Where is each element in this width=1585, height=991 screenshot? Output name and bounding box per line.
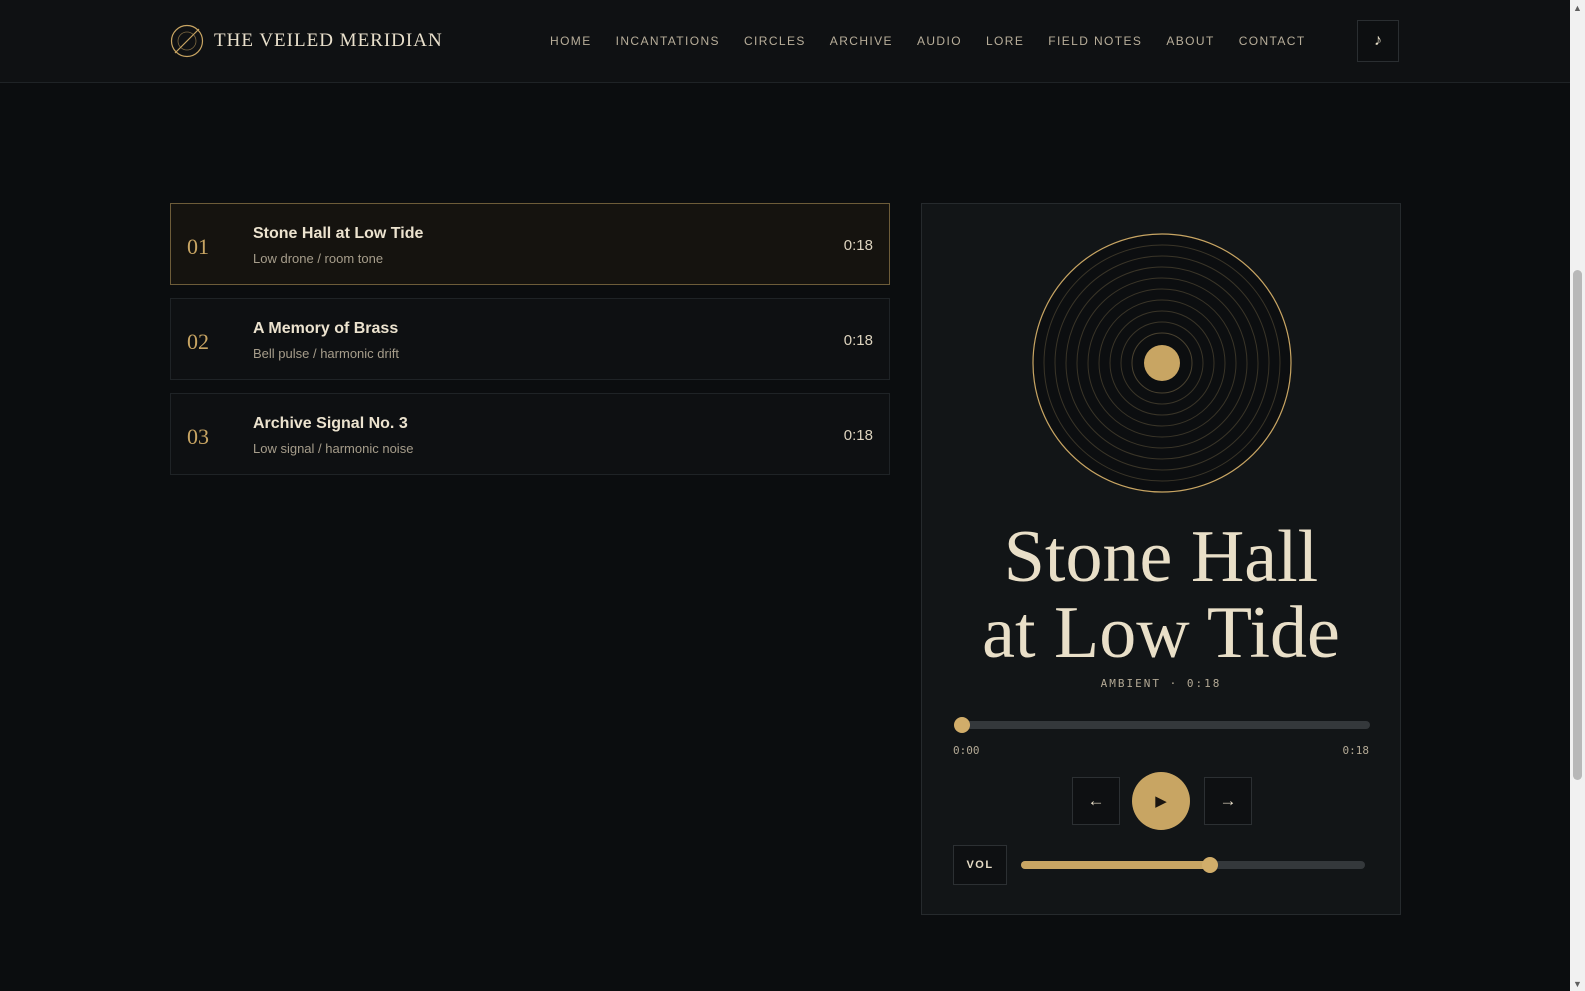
brand-name: THE VEILED MERIDIAN [214, 30, 443, 51]
page-scrollbar[interactable]: ▲ ▼ [1570, 0, 1585, 991]
now-playing-title: Stone Hall at Low Tide [922, 519, 1400, 671]
arrow-left-icon: ← [1087, 791, 1105, 810]
track-number: 02 [187, 329, 209, 354]
track-title: A Memory of Brass [253, 320, 399, 337]
track-subtitle: Low drone / room tone [253, 251, 384, 266]
nav-archive[interactable]: ARCHIVE [830, 34, 893, 48]
volume-fill [1021, 861, 1211, 869]
track-item-3[interactable]: 03 Archive Signal No. 3 Low signal / har… [170, 393, 890, 475]
nav-circles[interactable]: CIRCLES [744, 34, 806, 48]
previous-track-button[interactable]: ← [1072, 777, 1120, 825]
volume-label: VOL [953, 845, 1007, 885]
nav-audio[interactable]: AUDIO [917, 34, 962, 48]
total-time: 0:18 [1342, 744, 1370, 757]
nav-lore[interactable]: LORE [986, 34, 1024, 48]
track-duration: 0:18 [843, 332, 873, 349]
vinyl-record-icon [1032, 233, 1292, 493]
nav-about[interactable]: ABOUT [1166, 34, 1214, 48]
track-title: Stone Hall at Low Tide [253, 225, 424, 242]
nav-field-notes[interactable]: FIELD NOTES [1048, 34, 1142, 48]
track-title: Archive Signal No. 3 [253, 415, 408, 432]
track-subtitle: Low signal / harmonic noise [253, 441, 414, 456]
play-icon: ▶ [1155, 793, 1167, 810]
scrollbar-thumb[interactable] [1573, 270, 1582, 780]
next-track-button[interactable]: → [1204, 777, 1252, 825]
progress-handle[interactable] [954, 717, 970, 733]
now-playing-meta: AMBIENT · 0:18 [1100, 677, 1222, 690]
music-note-icon: ♪ [1374, 32, 1382, 49]
progress-slider[interactable] [954, 717, 1370, 733]
scroll-up-arrow-icon[interactable]: ▲ [1570, 0, 1585, 15]
track-duration: 0:18 [843, 237, 873, 254]
audio-player: Stone Hall at Low Tide AMBIENT · 0:18 0:… [921, 203, 1401, 915]
nav-incantations[interactable]: INCANTATIONS [616, 34, 720, 48]
current-time: 0:00 [953, 744, 980, 757]
main-nav: HOME INCANTATIONS CIRCLES ARCHIVE AUDIO … [550, 34, 1330, 48]
scroll-down-arrow-icon[interactable]: ▼ [1570, 976, 1585, 991]
meridian-logo-icon [170, 24, 204, 58]
site-header: THE VEILED MERIDIAN HOME INCANTATIONS CI… [0, 0, 1570, 83]
nav-home[interactable]: HOME [550, 34, 592, 48]
music-toggle-button[interactable]: ♪ [1357, 20, 1399, 62]
track-subtitle: Bell pulse / harmonic drift [253, 346, 399, 361]
now-playing-title-line-2: at Low Tide [982, 592, 1340, 674]
volume-slider[interactable] [1021, 857, 1365, 873]
now-playing-title-line-1: Stone Hall [1003, 516, 1319, 598]
arrow-right-icon: → [1219, 791, 1237, 810]
track-number: 03 [187, 424, 209, 449]
nav-contact[interactable]: CONTACT [1239, 34, 1306, 48]
track-duration: 0:18 [843, 427, 873, 444]
track-number: 01 [187, 234, 209, 259]
track-item-1[interactable]: 01 Stone Hall at Low Tide Low drone / ro… [170, 203, 890, 285]
logo[interactable]: THE VEILED MERIDIAN [170, 24, 443, 58]
track-item-2[interactable]: 02 A Memory of Brass Bell pulse / harmon… [170, 298, 890, 380]
play-button[interactable]: ▶ [1132, 772, 1190, 830]
volume-handle[interactable] [1202, 857, 1219, 873]
